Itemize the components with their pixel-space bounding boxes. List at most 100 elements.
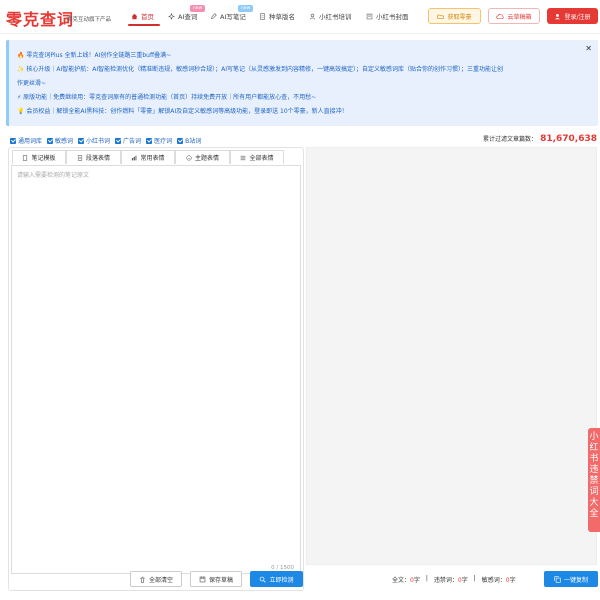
home-icon <box>131 13 138 19</box>
option-ad[interactable]: 广告词 <box>115 136 141 145</box>
cloud-drafts-button[interactable]: 云草稿箱 <box>488 8 540 24</box>
bookmark-icon <box>260 12 265 20</box>
note-editor: 0 / 1500 <box>11 165 301 574</box>
option-label: B站词 <box>185 138 202 145</box>
picture-icon <box>366 13 373 19</box>
list-icon <box>241 155 246 160</box>
option-label: 敏感词 <box>55 138 74 145</box>
nav-active-indicator <box>128 24 160 26</box>
nav-label: 小红书培训 <box>319 13 352 21</box>
save-draft-label: 保存草稿 <box>208 576 233 584</box>
chart-icon <box>132 155 137 160</box>
save-draft-button[interactable]: 保存草稿 <box>190 571 242 587</box>
result-panel <box>306 147 597 565</box>
nav-seeding-names[interactable]: 种草版名 <box>259 11 295 21</box>
new-badge: new <box>238 5 254 12</box>
logo-subtitle: 零克互动旗下产品 <box>67 17 112 23</box>
checkbox[interactable] <box>115 137 122 144</box>
nav-label: 小红书封面 <box>376 13 409 21</box>
stat-total: 全文：0字 <box>392 575 420 584</box>
logo[interactable]: 零克查词 <box>6 6 74 30</box>
nav-home[interactable]: 首页 <box>131 11 154 21</box>
pen-icon <box>210 12 217 19</box>
nav-label: AI查词 <box>178 13 198 21</box>
option-label: 小红书词 <box>86 138 111 145</box>
tab-label: 笔记模板 <box>31 155 56 162</box>
option-general[interactable]: 通用词库 <box>10 136 42 145</box>
check-now-label: 立即检测 <box>269 576 294 584</box>
editor-panel: 笔记模板 段落表情 常用表情 主题表情 全部表情 0 / 1500 <box>8 147 304 591</box>
nav-xhs-training[interactable]: 小红书培训 <box>309 11 352 21</box>
stat-sensitive-unit: 字 <box>509 577 516 584</box>
stat-banned: 违禁词：0字 <box>434 575 468 584</box>
check-now-button[interactable]: 立即检测 <box>250 571 303 587</box>
total-label: 累计过滤文章篇数： <box>483 136 538 143</box>
total-filtered: 累计过滤文章篇数： 81,670,638 <box>483 134 597 144</box>
close-icon[interactable]: ✕ <box>585 44 592 53</box>
folder-icon <box>437 14 445 19</box>
side-float-banned-words[interactable]: 小红书违禁词大全 <box>588 428 600 532</box>
tab-note-template[interactable]: 笔记模板 <box>12 150 66 164</box>
cloud-icon <box>496 13 505 19</box>
stat-banned-unit: 字 <box>461 577 468 584</box>
notice-line: 💡 会员权益｜解锁全能AI黑科技：创作燃料「零豪」解锁AI及自定义敏感词等高级功… <box>17 108 348 115</box>
stat-sensitive-label: 敏感词： <box>481 577 506 584</box>
nav-label: 首页 <box>141 13 154 21</box>
copy-all-label: 一键复制 <box>563 576 588 584</box>
announcement-banner: ✕ 🔥 零克查词Plus 全新上线！AI创作全链路三重buff叠满~ ✨ 核心升… <box>6 40 598 126</box>
user-icon <box>555 13 561 19</box>
checkbox[interactable] <box>10 137 16 144</box>
stat-banned-label: 违禁词： <box>433 577 458 584</box>
nav-ai-notes[interactable]: AI写笔记 <box>210 11 246 21</box>
cloud-drafts-label: 云草稿箱 <box>507 13 532 21</box>
get-points-label: 获取零豪 <box>447 13 472 21</box>
copy-all-button[interactable]: 一键复制 <box>544 571 598 587</box>
doc-icon <box>23 154 28 161</box>
stat-total-unit: 字 <box>413 577 420 584</box>
tab-all-emoji[interactable]: 全部表情 <box>230 150 284 164</box>
checkbox[interactable] <box>78 137 85 144</box>
tab-common-emoji[interactable]: 常用表情 <box>121 150 175 164</box>
tab-theme-emoji[interactable]: 主题表情 <box>175 150 230 164</box>
nav-ai-search[interactable]: AI查词 <box>168 11 197 21</box>
nav-label: AI写笔记 <box>220 13 246 21</box>
smile-icon <box>186 154 192 161</box>
copy-icon <box>554 575 561 583</box>
checkbox[interactable] <box>47 137 54 144</box>
nav-xhs-cover[interactable]: 小红书封面 <box>366 11 409 21</box>
header: 零克查词 零克互动旗下产品 首页 AI查词 new AI写笔记 new 种草版名… <box>0 0 600 34</box>
clear-all-button[interactable]: 全部清空 <box>130 571 182 587</box>
tab-paragraph-emoji[interactable]: 段落表情 <box>66 150 121 164</box>
divider: | <box>425 575 428 582</box>
sparkle-icon <box>168 12 175 20</box>
login-register-button[interactable]: 登录/注册 <box>547 8 598 24</box>
get-points-button[interactable]: 获取零豪 <box>428 8 481 24</box>
divider: | <box>473 575 476 582</box>
tab-label: 常用表情 <box>140 155 165 162</box>
note-input[interactable] <box>12 166 300 573</box>
login-label: 登录/注册 <box>564 13 591 21</box>
option-xhs[interactable]: 小红书词 <box>78 136 110 145</box>
checkbox[interactable] <box>177 137 184 144</box>
user-icon <box>309 13 316 19</box>
option-bilibili[interactable]: B站词 <box>177 136 201 145</box>
tab-label: 全部表情 <box>249 155 274 162</box>
search-icon <box>260 576 267 583</box>
total-value: 81,670,638 <box>540 134 597 144</box>
tab-label: 主题表情 <box>194 155 219 162</box>
notice-line: ⚡ 原版功能｜免费继续用：零克查词原有的普通检测功能（首页）持续免费开放｜所有用… <box>17 94 317 101</box>
stat-total-label: 全文： <box>392 577 411 584</box>
trash-icon <box>140 576 145 583</box>
stat-sensitive: 敏感词：0字 <box>482 575 516 584</box>
checkbox[interactable] <box>146 137 153 144</box>
option-label: 通用词库 <box>18 138 43 145</box>
dictionary-options: 通用词库 敏感词 小红书词 广告词 医疗词 B站词 <box>10 136 201 145</box>
clear-all-label: 全部清空 <box>148 576 173 584</box>
option-medical[interactable]: 医疗词 <box>146 136 172 145</box>
emoji-tabs: 笔记模板 段落表情 常用表情 主题表情 全部表情 <box>12 150 284 164</box>
file-icon <box>77 154 83 161</box>
option-label: 广告词 <box>123 138 142 145</box>
notice-line: 🔥 零克查词Plus 全新上线！AI创作全链路三重buff叠满~ <box>17 52 172 59</box>
word-stats: 全文：0字 | 违禁词：0字 | 敏感词：0字 <box>392 575 516 584</box>
option-sensitive[interactable]: 敏感词 <box>47 136 73 145</box>
